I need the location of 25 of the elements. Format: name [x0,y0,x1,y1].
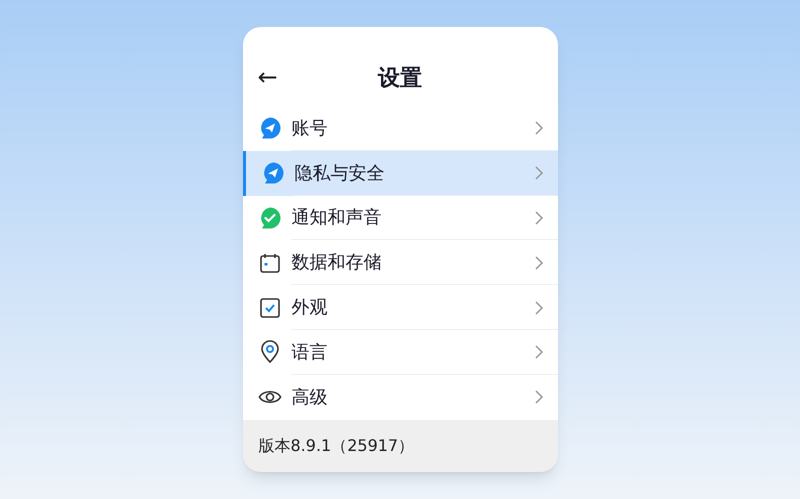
settings-item[interactable]: 账号 [242,106,558,151]
settings-item[interactable]: 外观 [242,285,558,330]
settings-item[interactable]: 隐私与安全 [242,150,558,196]
chevron-icon [534,390,544,404]
chevron-icon [534,300,544,315]
item-label: 通知和声音 [292,206,382,230]
back-button[interactable]: ← [258,65,278,89]
chevron-icon [534,256,544,270]
settings-item[interactable]: 语言 [242,330,558,375]
checkbox-icon [258,296,282,320]
chevron-icon [534,210,544,225]
page-title: 设置 [378,65,422,93]
item-label: 语言 [292,340,328,365]
version-text: 版本8.9.1（25917） [258,434,414,457]
item-label: 账号 [292,116,328,141]
chevron-icon [534,166,544,180]
item-label: 隐私与安全 [294,162,386,186]
item-label: 外观 [292,296,328,320]
chevron-icon [534,345,544,360]
item-label: 高级 [292,386,328,410]
chevron-icon [534,121,544,136]
settings-item[interactable]: 数据和存储 [242,240,558,286]
settings-item[interactable]: 通知和声音 [242,196,558,240]
settings-item[interactable]: 高级 [242,374,558,420]
item-label: 数据和存储 [292,251,382,276]
